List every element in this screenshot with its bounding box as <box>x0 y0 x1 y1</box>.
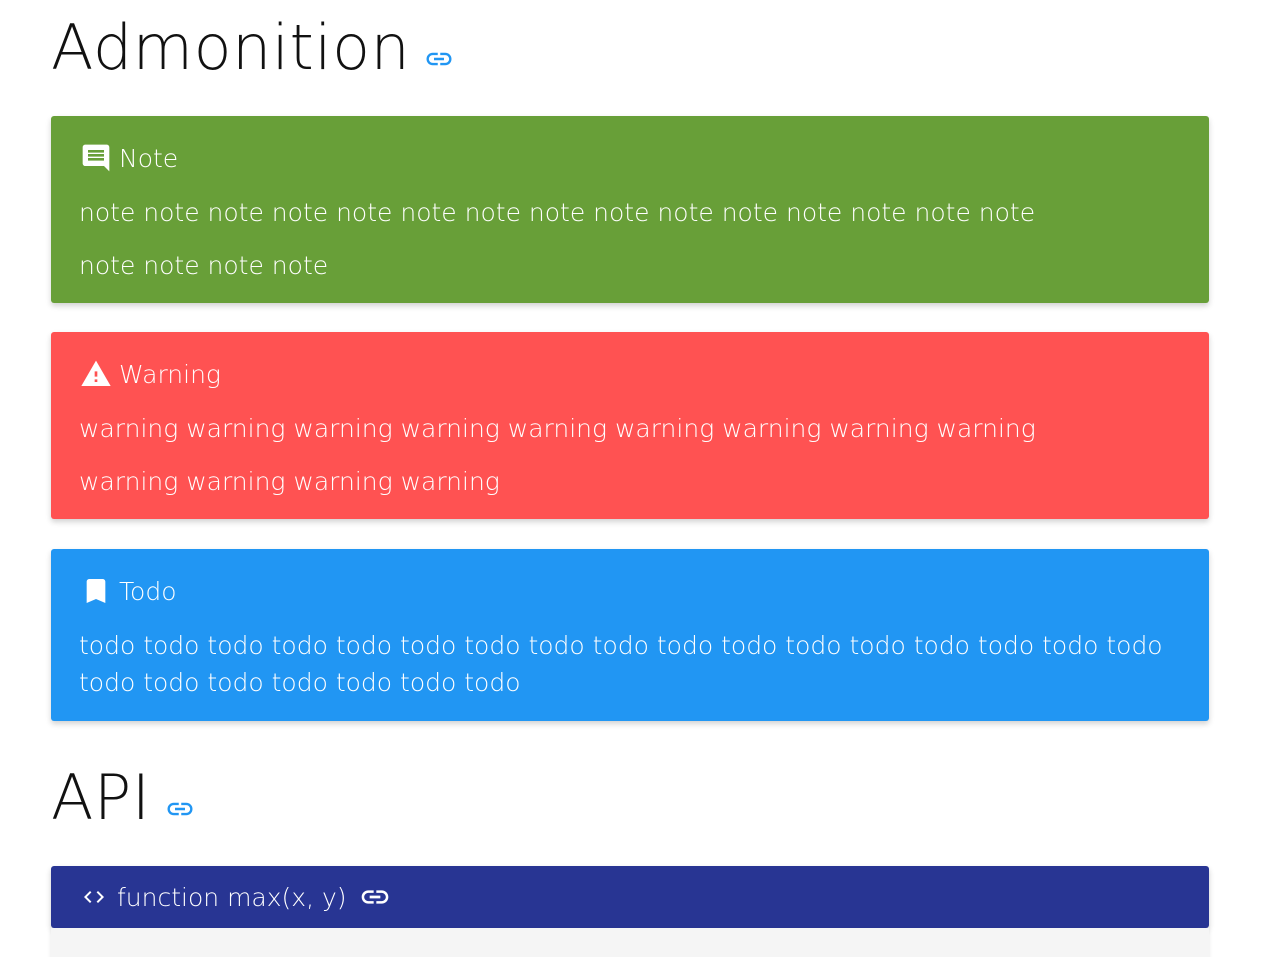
todo-title-text: Todo <box>119 576 177 606</box>
note-admonition: Note note note note note note note note … <box>51 116 1209 303</box>
api-heading: API <box>51 758 195 838</box>
todo-title: Todo <box>79 573 176 609</box>
link-icon[interactable] <box>165 799 195 819</box>
link-icon[interactable] <box>424 49 454 69</box>
note-title-text: Note <box>119 143 179 173</box>
note-title: Note <box>79 140 178 176</box>
todo-paragraph: todo todo todo todo todo todo todo todo … <box>79 631 1163 697</box>
note-paragraph: note note note note <box>79 251 329 280</box>
note-body: note note note note note note note note … <box>79 194 1181 300</box>
function-signature: function max(x, y) <box>117 882 347 912</box>
warning-admonition: Warning warning warning warning warning … <box>51 332 1209 519</box>
warning-paragraph: warning warning warning warning warning … <box>79 414 1036 443</box>
bookmark-icon <box>79 574 113 608</box>
api-function-body <box>51 928 1209 957</box>
warning-paragraph: warning warning warning warning <box>79 467 500 496</box>
admonition-heading-text: Admonition <box>51 11 411 84</box>
api-function-header: function max(x, y) <box>51 866 1209 928</box>
warning-title-text: Warning <box>119 359 221 389</box>
todo-body: todo todo todo todo todo todo todo todo … <box>79 627 1181 701</box>
todo-admonition: Todo todo todo todo todo todo todo todo … <box>51 549 1209 721</box>
page: Admonition Note note note note note note… <box>0 0 1280 957</box>
warning-title: Warning <box>79 356 221 392</box>
warning-icon <box>79 357 113 391</box>
code-icon <box>79 885 111 909</box>
warning-body: warning warning warning warning warning … <box>79 410 1181 516</box>
comment-icon <box>79 141 113 175</box>
admonition-heading: Admonition <box>51 8 454 88</box>
link-icon[interactable] <box>359 886 391 908</box>
api-heading-text: API <box>51 761 151 834</box>
note-paragraph: note note note note note note note note … <box>79 198 1036 227</box>
